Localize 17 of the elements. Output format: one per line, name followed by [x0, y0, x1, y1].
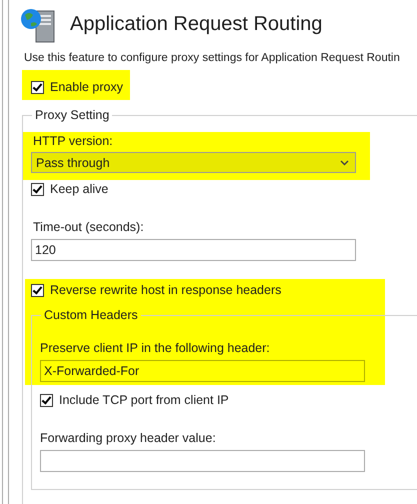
field-label: HTTP version:	[33, 134, 114, 149]
field-label: Forwarding proxy header value:	[40, 431, 217, 446]
client-ip-header-field[interactable]: X-Forwarded-For	[40, 360, 365, 382]
group-title: Custom Headers	[43, 308, 139, 323]
enable-proxy-checkbox[interactable]: Enable proxy	[31, 80, 123, 95]
description: Use this feature to configure proxy settings for Application Request Routin	[24, 51, 400, 66]
chevron-down-icon	[340, 160, 349, 166]
forwarding-header-field[interactable]	[40, 450, 365, 472]
page-title: Application Request Routing	[70, 12, 322, 36]
reverse-rewrite-checkbox[interactable]: Reverse rewrite host in response headers	[31, 283, 282, 298]
field-label: Time-out (seconds):	[33, 220, 145, 235]
field-label: Preserve client IP in the following header:	[40, 341, 271, 356]
http-version-dropdown[interactable]: Pass through	[31, 152, 356, 173]
timeout-field[interactable]: 120	[31, 239, 356, 261]
group-title: Proxy Setting	[34, 108, 110, 123]
include-tcp-port-checkbox[interactable]: Include TCP port from client IP	[40, 393, 229, 408]
keep-alive-checkbox[interactable]: Keep alive	[31, 182, 108, 197]
